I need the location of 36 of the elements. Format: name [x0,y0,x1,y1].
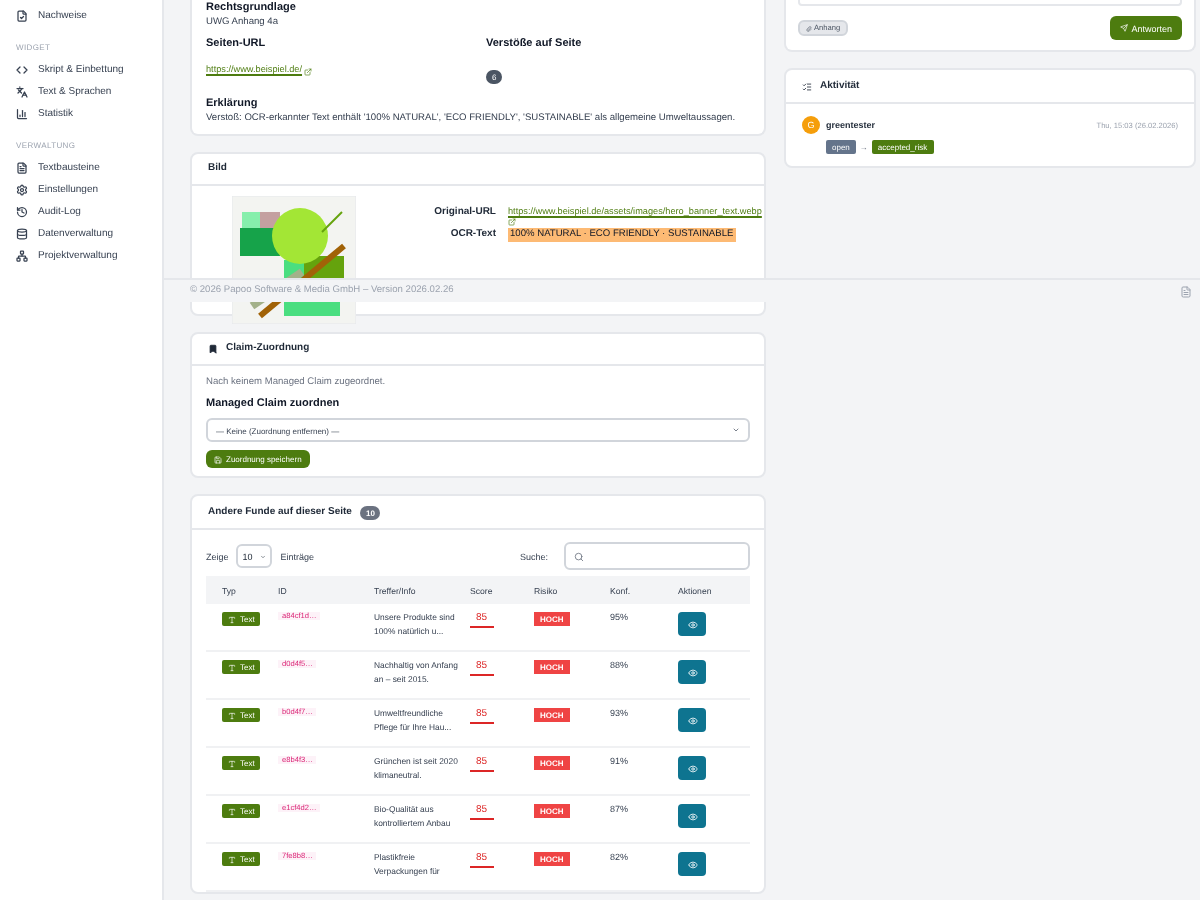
external-link-icon[interactable] [508,218,516,227]
code-icon [16,64,28,76]
bookmark-icon [208,343,218,354]
network-icon [16,250,28,262]
view-button[interactable] [678,612,706,637]
document-check-icon [16,10,28,22]
eye-icon [687,859,697,870]
view-button[interactable] [678,708,706,733]
paperclip-icon [806,25,812,31]
text-type-icon [228,807,236,816]
document-icon [16,162,28,174]
text-type-icon [228,759,236,768]
send-icon [1119,24,1128,32]
search-field[interactable] [564,542,750,571]
floppy-disk-icon [214,455,222,464]
text-type-icon [228,711,236,720]
settings-icon [16,184,28,196]
bar-chart-icon [16,108,28,120]
view-button[interactable] [678,804,706,829]
text-type-icon [228,615,236,624]
eye-icon [687,667,697,678]
external-link-icon[interactable] [304,67,313,76]
database-icon [16,228,28,240]
eye-icon [687,811,697,822]
eye-icon [687,619,697,630]
eye-icon [687,715,697,726]
text-type-icon [228,663,236,672]
view-button[interactable] [678,756,706,781]
text-type-icon [228,855,236,864]
list-icon [802,81,812,91]
eye-icon [687,763,697,774]
history-icon [16,206,28,218]
view-button[interactable] [678,660,706,685]
search-icon [574,551,584,562]
translate-icon [16,86,28,98]
view-button[interactable] [678,852,706,877]
